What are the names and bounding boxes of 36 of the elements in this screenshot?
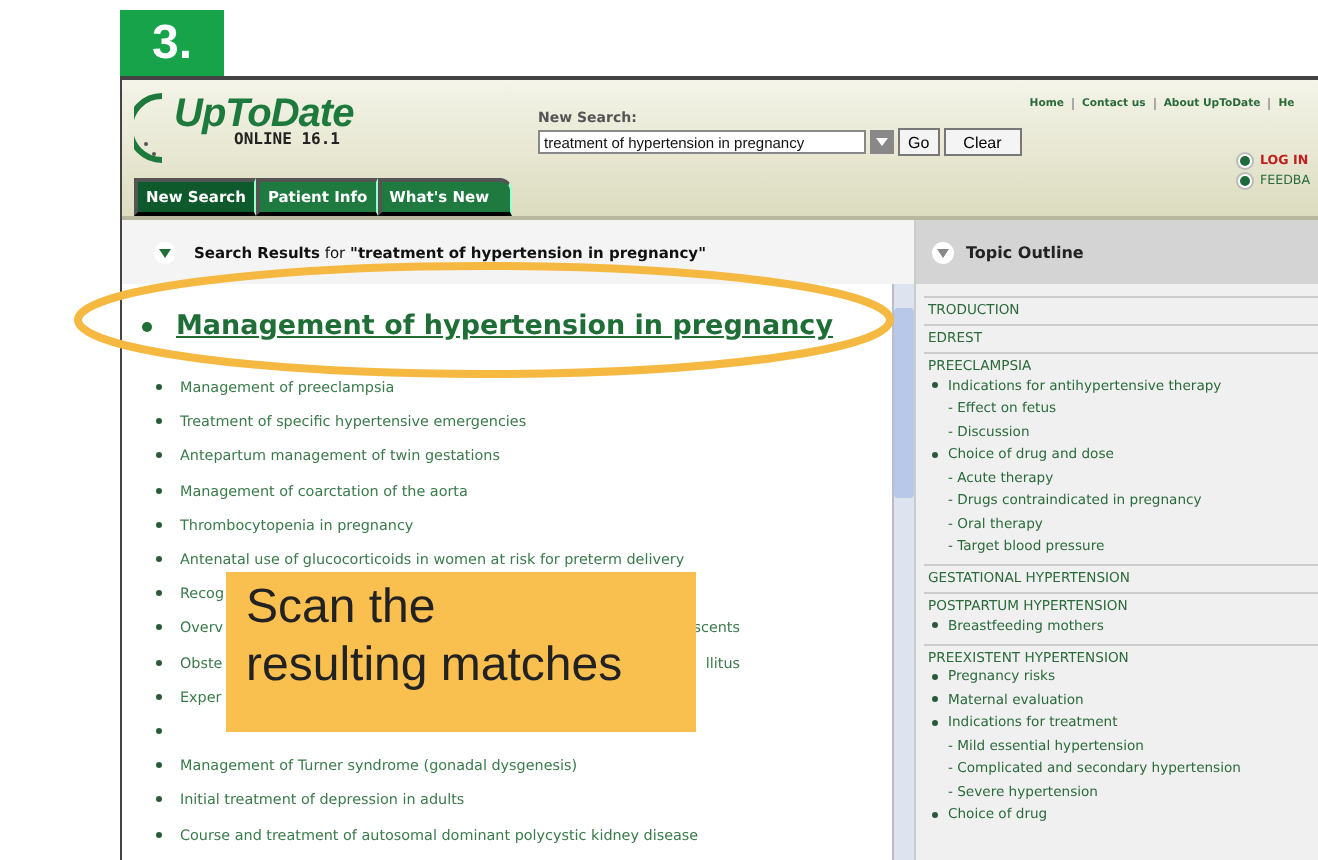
bullet-icon (932, 622, 938, 629)
bullet-icon (156, 796, 162, 803)
bullet-icon (1238, 174, 1252, 188)
bullet-icon (156, 831, 162, 838)
bullet-icon (156, 556, 162, 563)
bullet-icon (932, 382, 938, 389)
step-number: 3. (120, 10, 224, 76)
bullet-icon (156, 521, 162, 528)
bullet-icon (142, 321, 152, 331)
bullet-icon (932, 451, 938, 458)
bullet-icon (156, 727, 162, 734)
top-result-link[interactable]: Management of hypertension in pregnancy (176, 310, 833, 342)
bullet-icon (932, 696, 938, 703)
bullet-icon (156, 487, 162, 494)
bullet-icon (932, 673, 938, 680)
dropdown-icon[interactable] (870, 130, 894, 154)
callout-text: Scan the resulting matches (226, 572, 696, 732)
search-button[interactable]: Go (898, 128, 940, 156)
edition-label: ONLINE 16.1 (234, 130, 340, 148)
scrollbar[interactable] (892, 284, 914, 860)
bullet-icon (156, 762, 162, 769)
collapse-icon[interactable] (154, 241, 176, 263)
bullet-icon (156, 590, 162, 597)
bullet-icon (156, 624, 162, 631)
bullet-icon (156, 693, 162, 700)
outline-title: Topic Outline (966, 243, 1084, 261)
bullet-icon (156, 452, 162, 459)
bullet-icon (932, 719, 938, 726)
bullet-icon (932, 811, 938, 818)
bullet-icon (156, 418, 162, 425)
bullet-icon (156, 659, 162, 666)
logo-text: UpToDate (174, 92, 354, 136)
bullet-icon (156, 384, 162, 391)
search-button[interactable]: Clear (943, 128, 1022, 156)
bullet-icon (1238, 154, 1252, 168)
collapse-icon[interactable] (932, 241, 954, 263)
